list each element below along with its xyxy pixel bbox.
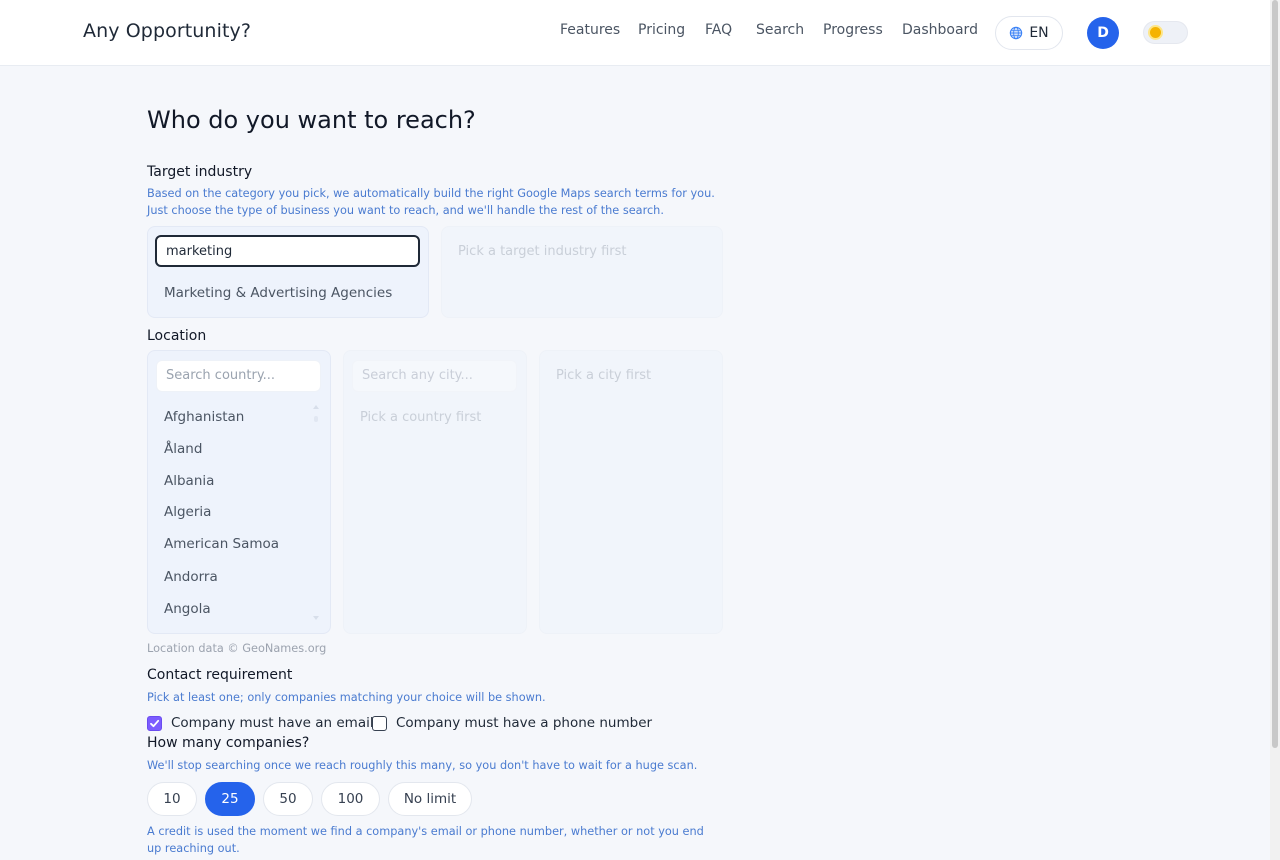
nav-dashboard[interactable]: Dashboard bbox=[902, 22, 978, 38]
page-scrollbar[interactable] bbox=[1270, 0, 1280, 860]
city-panel bbox=[343, 350, 527, 634]
contact-label: Contact requirement bbox=[147, 667, 293, 683]
scrollbar-thumb[interactable] bbox=[1272, 0, 1278, 748]
theme-toggle[interactable] bbox=[1143, 21, 1188, 44]
area-placeholder: Pick a city first bbox=[556, 368, 652, 383]
top-header: Any Opportunity? Features Pricing FAQ Se… bbox=[0, 0, 1270, 66]
country-option[interactable]: Albania bbox=[164, 473, 214, 489]
country-search-input[interactable]: Search country... bbox=[156, 360, 321, 392]
user-avatar[interactable]: D bbox=[1087, 17, 1119, 49]
email-checkbox-label[interactable]: Company must have an email bbox=[171, 715, 374, 731]
industry-label: Target industry bbox=[147, 164, 253, 180]
credit-usage-note: A credit is used the moment we find a co… bbox=[147, 825, 704, 855]
count-help: We'll stop searching once we reach rough… bbox=[147, 759, 698, 772]
industry-help: Based on the category you pick, we autom… bbox=[147, 187, 715, 217]
country-option[interactable]: Åland bbox=[164, 441, 202, 457]
city-placeholder: Pick a country first bbox=[360, 410, 482, 425]
sun-icon bbox=[1150, 27, 1161, 38]
location-label: Location bbox=[147, 328, 207, 344]
country-panel bbox=[147, 350, 331, 634]
nav-features[interactable]: Features bbox=[560, 22, 620, 38]
industry-suggestion[interactable]: Marketing & Advertising Agencies bbox=[164, 285, 392, 301]
page-title: Who do you want to reach? bbox=[147, 106, 476, 134]
scroll-down-icon[interactable] bbox=[313, 615, 319, 621]
nav-pricing[interactable]: Pricing bbox=[638, 22, 685, 38]
count-option-50[interactable]: 50 bbox=[263, 782, 313, 816]
scroll-track-icon[interactable] bbox=[313, 416, 319, 422]
nav-faq[interactable]: FAQ bbox=[705, 22, 732, 38]
nav-progress[interactable]: Progress bbox=[823, 22, 883, 38]
email-checkbox[interactable] bbox=[147, 716, 162, 731]
language-button[interactable]: EN bbox=[995, 16, 1063, 50]
brand-logo[interactable]: Any Opportunity? bbox=[83, 20, 251, 42]
nav-search[interactable]: Search bbox=[756, 22, 804, 38]
industry-subcategory-panel bbox=[441, 226, 723, 318]
industry-search-input[interactable]: marketing bbox=[155, 235, 420, 267]
phone-checkbox[interactable] bbox=[372, 716, 387, 731]
country-option[interactable]: Algeria bbox=[164, 504, 211, 520]
contact-help: Pick at least one; only companies matchi… bbox=[147, 691, 546, 704]
count-label: How many companies? bbox=[147, 735, 310, 751]
geonames-credit: Location data © GeoNames.org bbox=[147, 642, 327, 655]
checkmark-icon bbox=[150, 719, 160, 728]
count-option-100[interactable]: 100 bbox=[321, 782, 380, 816]
count-option-no-limit[interactable]: No limit bbox=[388, 782, 472, 816]
country-option[interactable]: Andorra bbox=[164, 569, 218, 585]
globe-icon bbox=[1010, 26, 1023, 40]
language-label: EN bbox=[1029, 25, 1049, 41]
area-panel bbox=[539, 350, 723, 634]
scroll-up-icon[interactable] bbox=[313, 404, 319, 410]
country-option[interactable]: Angola bbox=[164, 601, 211, 617]
phone-checkbox-label[interactable]: Company must have a phone number bbox=[396, 715, 652, 731]
count-option-25[interactable]: 25 bbox=[205, 782, 255, 816]
count-option-10[interactable]: 10 bbox=[147, 782, 197, 816]
city-search-input[interactable]: Search any city... bbox=[352, 360, 517, 392]
subcategory-placeholder: Pick a target industry first bbox=[458, 244, 627, 259]
country-option[interactable]: Afghanistan bbox=[164, 409, 244, 425]
country-option[interactable]: American Samoa bbox=[164, 536, 279, 552]
